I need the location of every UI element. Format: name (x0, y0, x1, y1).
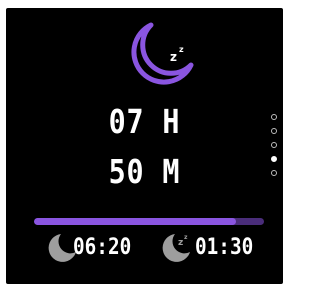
moon-sleep-icon: z z (131, 22, 194, 85)
page-dot[interactable] (271, 128, 277, 134)
light-sleep-time: 01:30 (195, 235, 254, 260)
sleep-minutes: 50 M (108, 152, 181, 191)
sleep-hours: 07 H (108, 102, 181, 141)
watch-screen: z z 07 H 50 M 06:20 z z 01:30 (6, 8, 283, 284)
svg-text:z: z (170, 50, 177, 64)
page-dot[interactable] (271, 114, 277, 120)
svg-text:z: z (184, 234, 188, 241)
svg-text:z: z (178, 238, 183, 248)
page-indicator (271, 114, 283, 184)
moon-zz-icon: z z (162, 234, 190, 262)
page-dot[interactable] (271, 142, 277, 148)
sleep-progress-bar (34, 218, 264, 225)
page-dot[interactable] (271, 170, 277, 176)
deep-sleep-time: 06:20 (73, 235, 132, 260)
svg-text:z: z (179, 45, 184, 54)
page-dot-active[interactable] (271, 156, 277, 162)
sleep-progress-fill (34, 218, 237, 225)
